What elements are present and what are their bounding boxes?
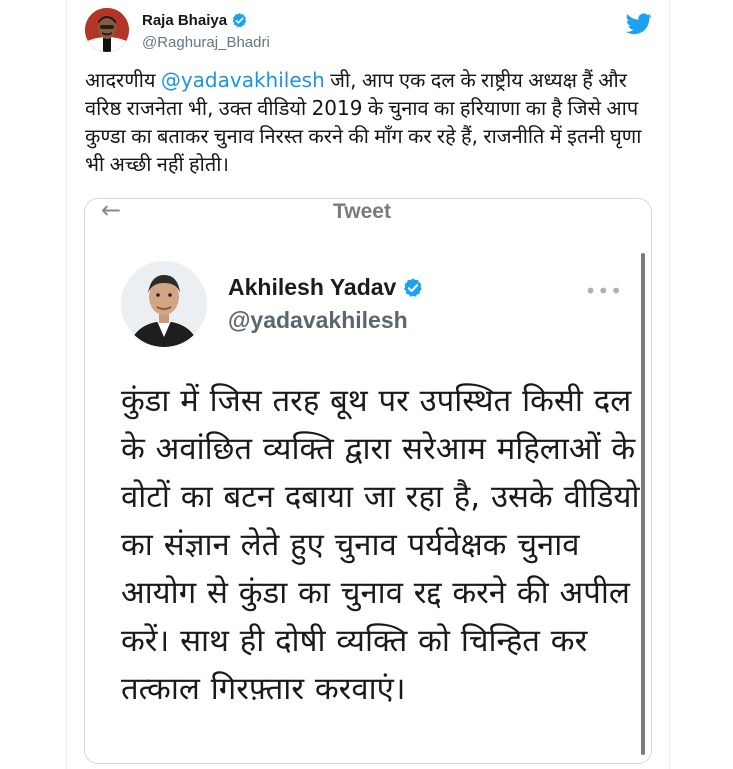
embedded-author-handle: @yadavakhilesh — [228, 307, 408, 333]
embed-header: ← Tweet — [85, 199, 651, 223]
embedded-author-name: Akhilesh Yadav — [228, 274, 397, 300]
tweet-card: Raja Bhaiya @Raghuraj_Bhadri आदरणीय @yad… — [66, 0, 670, 769]
mention-link[interactable]: @yadavakhilesh — [161, 68, 325, 92]
back-arrow-icon: ← — [101, 198, 122, 224]
verified-badge-icon — [232, 13, 247, 28]
author-avatar[interactable] — [85, 8, 129, 52]
more-options-icon: ••• — [584, 279, 623, 303]
author-name-row: Raja Bhaiya — [142, 12, 248, 29]
tweet-text-part: आदरणीय — [85, 68, 161, 92]
twitter-bird-icon[interactable] — [626, 13, 652, 35]
embedded-screenshot[interactable]: ← Tweet Akhilesh Yadav @yadavakhilesh ••… — [84, 198, 652, 764]
author-name[interactable]: Raja Bhaiya — [142, 12, 227, 29]
embedded-avatar-image — [121, 261, 207, 347]
embedded-author-avatar — [121, 261, 207, 347]
scrollbar — [641, 253, 645, 755]
author-handle[interactable]: @Raghuraj_Bhadri — [142, 34, 270, 51]
embedded-verified-badge-icon — [404, 277, 423, 297]
author-avatar-image — [85, 8, 129, 52]
embed-header-title: Tweet — [333, 200, 391, 223]
embedded-tweet-text: कुंडा में जिस तरह बूथ पर उपस्थित किसी दल… — [121, 383, 640, 707]
embedded-author-name-row: Akhilesh Yadav — [228, 274, 424, 301]
tweet-text: आदरणीय @yadavakhilesh जी, आप एक दल के रा… — [85, 66, 663, 178]
